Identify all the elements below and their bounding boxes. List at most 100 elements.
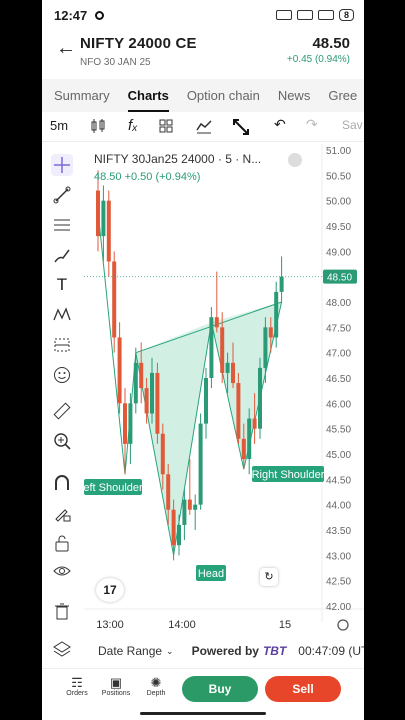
status-time: 12:47 xyxy=(54,7,88,23)
undo-icon[interactable]: ↶ xyxy=(274,116,286,133)
y-tick-label: 49.00 xyxy=(326,247,351,258)
instrument-expiry: NFO 30 JAN 25 xyxy=(80,57,151,68)
candle-body xyxy=(258,367,262,429)
volte-icon xyxy=(275,10,292,20)
candle-type-icon[interactable] xyxy=(90,118,106,137)
candle-body xyxy=(182,499,187,525)
eye-icon[interactable] xyxy=(51,560,73,582)
candle-body xyxy=(166,474,171,510)
positions-button[interactable]: ▣ Positions xyxy=(99,675,133,697)
tab-bar: Summary Charts Option chain News Gree xyxy=(42,79,364,112)
wifi-icon xyxy=(296,10,313,20)
y-tick-label: 42.00 xyxy=(326,602,351,613)
text-tool-icon[interactable]: T xyxy=(51,274,73,296)
arrow-left-icon[interactable]: ← xyxy=(56,37,76,60)
tab-greeks[interactable]: Gree xyxy=(316,79,357,112)
candle-body xyxy=(193,504,198,510)
depth-button[interactable]: ✺ Depth xyxy=(139,675,173,697)
battery-icon: 8 xyxy=(338,9,354,21)
sell-button[interactable]: Sell xyxy=(265,676,341,702)
orders-icon: ☶ xyxy=(71,675,83,690)
reset-chart-icon[interactable]: ↻ xyxy=(260,568,278,586)
candle-body xyxy=(117,337,122,404)
app-screen: 12:47 8 ← NIFTY 24000 CE NFO 30 JAN 25 4… xyxy=(42,0,364,720)
zoom-in-icon[interactable] xyxy=(51,430,73,452)
ruler-icon[interactable] xyxy=(51,400,73,422)
range-bar: Date Range ⌄ Powered by TBT 00:47:09 (UT… xyxy=(84,636,364,666)
settings-icon xyxy=(337,619,349,631)
save-button[interactable]: Sav xyxy=(342,118,363,132)
candle-body xyxy=(252,418,257,429)
candle-body xyxy=(236,383,241,439)
candle-body xyxy=(150,372,154,414)
candle-body xyxy=(155,372,160,434)
fullscreen-icon[interactable] xyxy=(232,118,250,139)
order-bar: ☶ Orders ▣ Positions ✺ Depth Buy Sell xyxy=(42,668,364,708)
tradingview-logo: 17 xyxy=(96,578,124,602)
orders-label: Orders xyxy=(66,690,88,697)
y-tick-label: 49.50 xyxy=(326,222,351,233)
right-shoulder-label: Right Shoulder xyxy=(252,469,325,481)
instrument-symbol: NIFTY 24000 CE xyxy=(80,35,197,52)
briefcase-icon: ▣ xyxy=(109,675,123,690)
candle-body xyxy=(198,423,203,505)
y-tick-label: 50.50 xyxy=(326,171,351,182)
candle-body xyxy=(231,362,235,384)
y-tick-label: 44.50 xyxy=(326,475,351,486)
interval-selector[interactable]: 5m xyxy=(50,118,68,133)
legend-collapse-icon[interactable] xyxy=(288,153,302,167)
y-tick-label: 43.00 xyxy=(326,551,351,562)
positions-label: Positions xyxy=(101,690,131,697)
tab-summary[interactable]: Summary xyxy=(42,79,110,112)
chart-legend-values: 48.50 +0.50 (+0.94%) xyxy=(94,171,201,183)
date-range-selector[interactable]: Date Range xyxy=(98,644,162,658)
price-chart[interactable]: 51.00 50.50 50.00 49.50 49.00 48.50 48.00 47.50… xyxy=(84,144,364,636)
drawing-toolbar: T xyxy=(42,144,84,674)
stay-drawing-icon[interactable] xyxy=(51,502,73,524)
tab-option-chain[interactable]: Option chain xyxy=(175,79,260,112)
layers-icon[interactable] xyxy=(51,638,73,660)
x-tick-label: 13:00 xyxy=(96,619,124,631)
crosshair-icon[interactable] xyxy=(51,154,73,176)
lock-icon[interactable] xyxy=(51,532,73,554)
candle-body xyxy=(225,362,230,373)
tab-charts[interactable]: Charts xyxy=(116,79,170,112)
y-tick-label: 44.00 xyxy=(326,501,351,512)
candle-body xyxy=(177,524,181,546)
candle-body xyxy=(101,200,106,237)
redo-icon[interactable]: ↷ xyxy=(306,116,318,133)
chart-legend-title: NIFTY 30Jan25 24000 · 5 · N... xyxy=(94,152,262,166)
candle-body xyxy=(187,499,192,510)
chart-toolbar: 5m fₓ ↶ ↷ Sav xyxy=(42,112,364,142)
app-notification-icon xyxy=(95,10,105,20)
buy-button[interactable]: Buy xyxy=(182,676,258,702)
tab-news[interactable]: News xyxy=(266,79,311,112)
trend-line-icon[interactable] xyxy=(51,184,73,206)
candle-body xyxy=(144,388,149,414)
templates-icon[interactable] xyxy=(158,118,174,137)
depth-label: Depth xyxy=(146,690,166,697)
gesture-nav-bar xyxy=(140,712,266,715)
magnet-icon[interactable] xyxy=(51,472,73,494)
prediction-tool-icon[interactable] xyxy=(51,334,73,356)
fib-levels-icon[interactable] xyxy=(51,214,73,236)
candle-body xyxy=(106,200,111,262)
pattern-tool-icon[interactable] xyxy=(51,304,73,326)
signal-icon xyxy=(317,10,334,20)
y-tick-label: 46.00 xyxy=(326,399,351,410)
orders-button[interactable]: ☶ Orders xyxy=(60,675,94,697)
chevron-down-icon[interactable]: ⌄ xyxy=(166,646,174,657)
emoji-icon[interactable] xyxy=(51,364,73,386)
candle-body xyxy=(214,317,219,328)
compare-icon[interactable] xyxy=(196,118,212,137)
last-traded-price: 48.50 xyxy=(312,35,350,52)
y-tick-label: 45.50 xyxy=(326,425,351,436)
indicators-icon[interactable]: fₓ xyxy=(128,117,138,134)
candle-body xyxy=(112,261,117,338)
trash-icon[interactable] xyxy=(51,600,73,622)
chart-canvas[interactable]: 51.00 50.50 50.00 49.50 49.00 48.50 48.00 47.50… xyxy=(84,144,364,636)
brush-icon[interactable] xyxy=(51,244,73,266)
instrument-header: ← NIFTY 24000 CE NFO 30 JAN 25 48.50 +0.… xyxy=(42,30,364,76)
candle-body xyxy=(241,438,246,460)
depth-icon: ✺ xyxy=(150,675,162,690)
